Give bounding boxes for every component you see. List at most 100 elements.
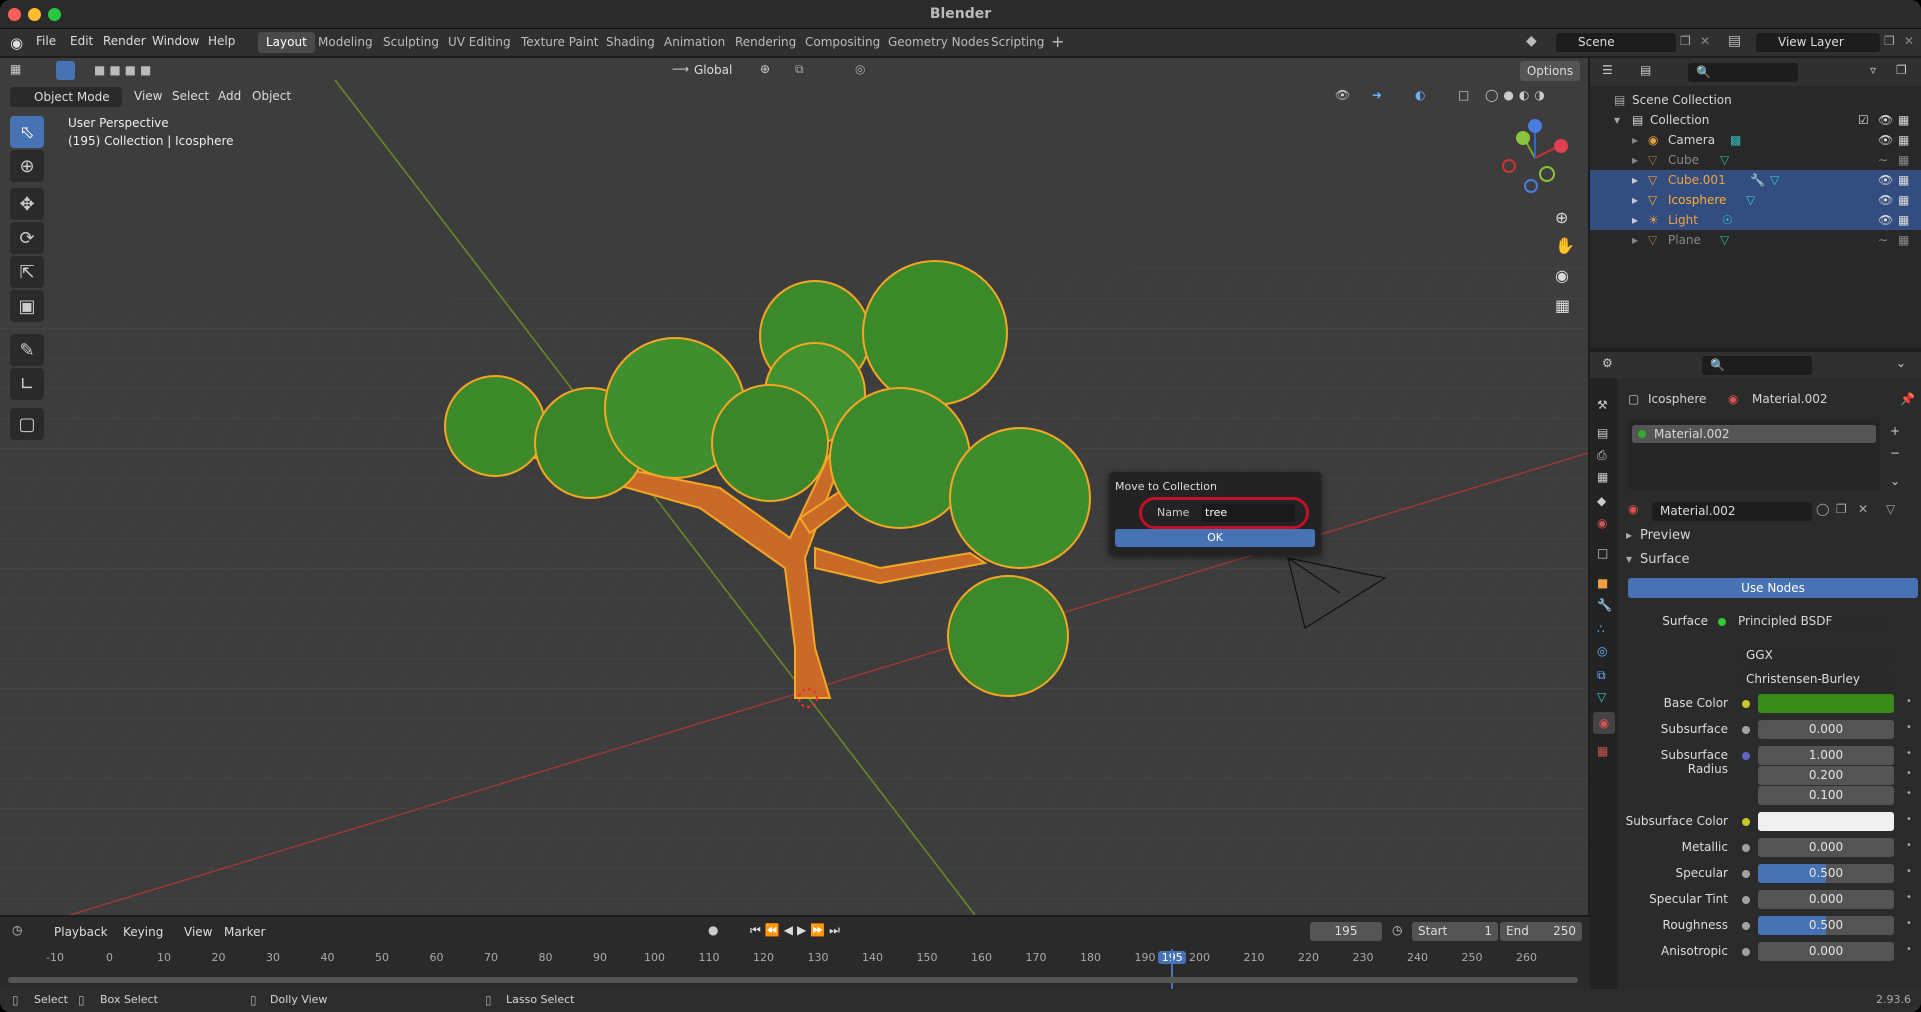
exclude-checkbox[interactable]: ☑ bbox=[1858, 110, 1869, 130]
add-workspace-icon[interactable]: + bbox=[1051, 32, 1064, 51]
color-swatch[interactable] bbox=[1758, 694, 1894, 713]
collection-tab-icon[interactable]: □ bbox=[1597, 546, 1608, 560]
expand-arrow-icon[interactable]: ▸ bbox=[1632, 150, 1638, 170]
viewport-menu-view[interactable]: View bbox=[134, 89, 162, 103]
fake-user-shield-icon[interactable]: ◯ bbox=[1816, 502, 1829, 516]
pin-icon[interactable]: 📌 bbox=[1900, 392, 1915, 406]
keyframe-dot-icon[interactable]: • bbox=[1906, 696, 1912, 707]
keyframe-dot-icon[interactable]: • bbox=[1906, 768, 1912, 779]
proportional-edit-icon[interactable]: ◎ bbox=[855, 62, 865, 76]
cursor-tool-icon[interactable]: ⊕ bbox=[10, 150, 44, 182]
keyframe-dot-icon[interactable]: • bbox=[1906, 840, 1912, 851]
render-camera-icon[interactable]: ▦ bbox=[1898, 190, 1909, 210]
transform-tool-icon[interactable]: ▣ bbox=[10, 290, 44, 322]
render-camera-icon[interactable]: ▦ bbox=[1898, 230, 1909, 250]
outliner-collection[interactable]: ▾ ▤ Collection ☑ 👁 ▦ bbox=[1590, 110, 1921, 130]
hide-eye-icon[interactable]: 👁 bbox=[1878, 210, 1893, 230]
keyframe-dot-icon[interactable]: • bbox=[1906, 866, 1912, 877]
new-collection-icon[interactable]: ❐ bbox=[1896, 63, 1907, 77]
select-box-tool-icon[interactable]: ⬁ bbox=[10, 116, 44, 148]
outliner-item-light[interactable]: ▸ ☀ Light ☉ 👁 ▦ bbox=[1590, 210, 1921, 230]
ortho-toggle-icon[interactable]: ▦ bbox=[1555, 296, 1570, 315]
distribution-dropdown[interactable]: GGX bbox=[1740, 646, 1894, 665]
keyframe-dot-icon[interactable]: • bbox=[1906, 944, 1912, 955]
delete-view-layer-icon[interactable]: ✕ bbox=[1904, 34, 1914, 48]
tab-uv-editing[interactable]: UV Editing bbox=[440, 32, 519, 53]
tab-layout[interactable]: Layout bbox=[258, 32, 315, 53]
pan-hand-icon[interactable]: ✋ bbox=[1555, 236, 1575, 255]
render-camera-icon[interactable]: ▦ bbox=[1898, 170, 1909, 190]
tab-compositing[interactable]: Compositing bbox=[797, 32, 888, 53]
tab-modeling[interactable]: Modeling bbox=[310, 32, 381, 53]
camera-view-icon[interactable]: ◉ bbox=[1555, 266, 1569, 285]
xray-icon[interactable]: □ bbox=[1458, 88, 1469, 102]
viewport-menu-add[interactable]: Add bbox=[218, 89, 241, 103]
object-mode-dropdown[interactable]: Object Mode bbox=[10, 87, 122, 107]
new-scene-icon[interactable]: ❐ bbox=[1680, 34, 1691, 48]
menu-file[interactable]: File bbox=[36, 34, 56, 48]
value-slider[interactable]: 0.000 bbox=[1758, 838, 1894, 857]
particles-tab-icon[interactable]: ∴ bbox=[1597, 622, 1605, 636]
collection-name-input[interactable]: tree bbox=[1201, 504, 1295, 522]
display-mode-icon[interactable]: ▤ bbox=[1640, 63, 1651, 77]
color-swatch[interactable] bbox=[1758, 812, 1894, 831]
view-layer-icon[interactable]: ▤ bbox=[1728, 33, 1741, 49]
ok-button[interactable]: OK bbox=[1115, 529, 1315, 547]
outliner-editor-icon[interactable]: ☰ bbox=[1602, 63, 1613, 77]
chevron-down-icon[interactable]: ▾ bbox=[1626, 552, 1632, 566]
scene-tab-icon[interactable]: ◆ bbox=[1597, 494, 1606, 508]
expand-arrow-icon[interactable]: ▸ bbox=[1632, 210, 1638, 230]
select-mode-icon[interactable] bbox=[56, 61, 75, 80]
move-tool-icon[interactable]: ✥ bbox=[10, 188, 44, 220]
expand-arrow-icon[interactable]: ▸ bbox=[1632, 230, 1638, 250]
tab-rendering[interactable]: Rendering bbox=[727, 32, 804, 53]
render-camera-icon[interactable]: ▦ bbox=[1898, 210, 1909, 230]
link-mode-icon[interactable]: ▽ bbox=[1886, 502, 1895, 516]
hide-eye-icon[interactable]: 👁 bbox=[1878, 170, 1893, 190]
value-slider[interactable]: 0.100 bbox=[1758, 786, 1894, 805]
subsurface-method-dropdown[interactable]: Christensen-Burley bbox=[1740, 670, 1894, 689]
keyframe-dot-icon[interactable]: • bbox=[1906, 814, 1912, 825]
gizmo-icon[interactable]: ➜ bbox=[1372, 88, 1382, 102]
overlays-icon[interactable]: ◐ bbox=[1415, 88, 1425, 102]
editor-type-icon[interactable]: ▦ bbox=[10, 62, 21, 76]
tab-shading[interactable]: Shading bbox=[598, 32, 663, 53]
surface-shader-dropdown[interactable]: Principled BSDF bbox=[1734, 614, 1884, 633]
hide-eye-closed-icon[interactable]: ∼ bbox=[1878, 150, 1888, 170]
hide-eye-icon[interactable]: 👁 bbox=[1878, 190, 1893, 210]
keyframe-dot-icon[interactable]: • bbox=[1906, 788, 1912, 799]
hide-eye-icon[interactable]: 👁 bbox=[1878, 110, 1893, 130]
outliner-scene-collection[interactable]: ▤ Scene Collection bbox=[1590, 90, 1921, 110]
tool-tab-icon[interactable]: ⚒ bbox=[1597, 398, 1608, 412]
keyframe-dot-icon[interactable]: • bbox=[1906, 722, 1912, 733]
add-cube-tool-icon[interactable]: ▢ bbox=[10, 408, 44, 440]
constraints-tab-icon[interactable]: ⧉ bbox=[1597, 668, 1606, 683]
tab-scripting[interactable]: Scripting bbox=[983, 32, 1052, 53]
value-slider[interactable]: 0.000 bbox=[1758, 942, 1894, 961]
hide-eye-icon[interactable]: 👁 bbox=[1878, 130, 1893, 150]
object-tab-icon[interactable]: ■ bbox=[1597, 576, 1608, 590]
scene-icon[interactable]: ◆ bbox=[1526, 33, 1537, 49]
scene-name-field[interactable]: Scene bbox=[1556, 33, 1676, 52]
remove-slot-icon[interactable]: − bbox=[1890, 446, 1900, 460]
keyframe-dot-icon[interactable]: • bbox=[1906, 748, 1912, 759]
chevron-right-icon[interactable]: ▸ bbox=[1626, 528, 1632, 542]
surface-panel-header[interactable]: Surface bbox=[1640, 552, 1690, 567]
hide-eye-closed-icon[interactable]: ∼ bbox=[1878, 230, 1888, 250]
orientation-icon[interactable]: ⟶ bbox=[672, 62, 689, 76]
render-camera-icon[interactable]: ▦ bbox=[1898, 130, 1909, 150]
visibility-icon[interactable]: 👁 bbox=[1335, 88, 1350, 102]
properties-editor-icon[interactable]: ⚙ bbox=[1602, 356, 1613, 370]
output-tab-icon[interactable]: ⎙ bbox=[1597, 448, 1607, 463]
menu-render[interactable]: Render bbox=[103, 34, 146, 48]
outliner-item-camera[interactable]: ▸ ◉ Camera ▩ 👁 ▦ bbox=[1590, 130, 1921, 150]
keyframe-dot-icon[interactable]: • bbox=[1906, 892, 1912, 903]
tab-animation[interactable]: Animation bbox=[656, 32, 733, 53]
viewport-menu-object[interactable]: Object bbox=[252, 89, 291, 103]
material-slot-row[interactable]: Material.002 bbox=[1632, 425, 1876, 443]
timeline-scrollbar[interactable] bbox=[8, 977, 1578, 983]
menu-help[interactable]: Help bbox=[208, 34, 235, 48]
selection-modes-icon[interactable]: ■■■■ bbox=[94, 63, 155, 77]
render-tab-icon[interactable]: ▤ bbox=[1597, 426, 1608, 440]
new-view-layer-icon[interactable]: ❐ bbox=[1884, 34, 1895, 48]
